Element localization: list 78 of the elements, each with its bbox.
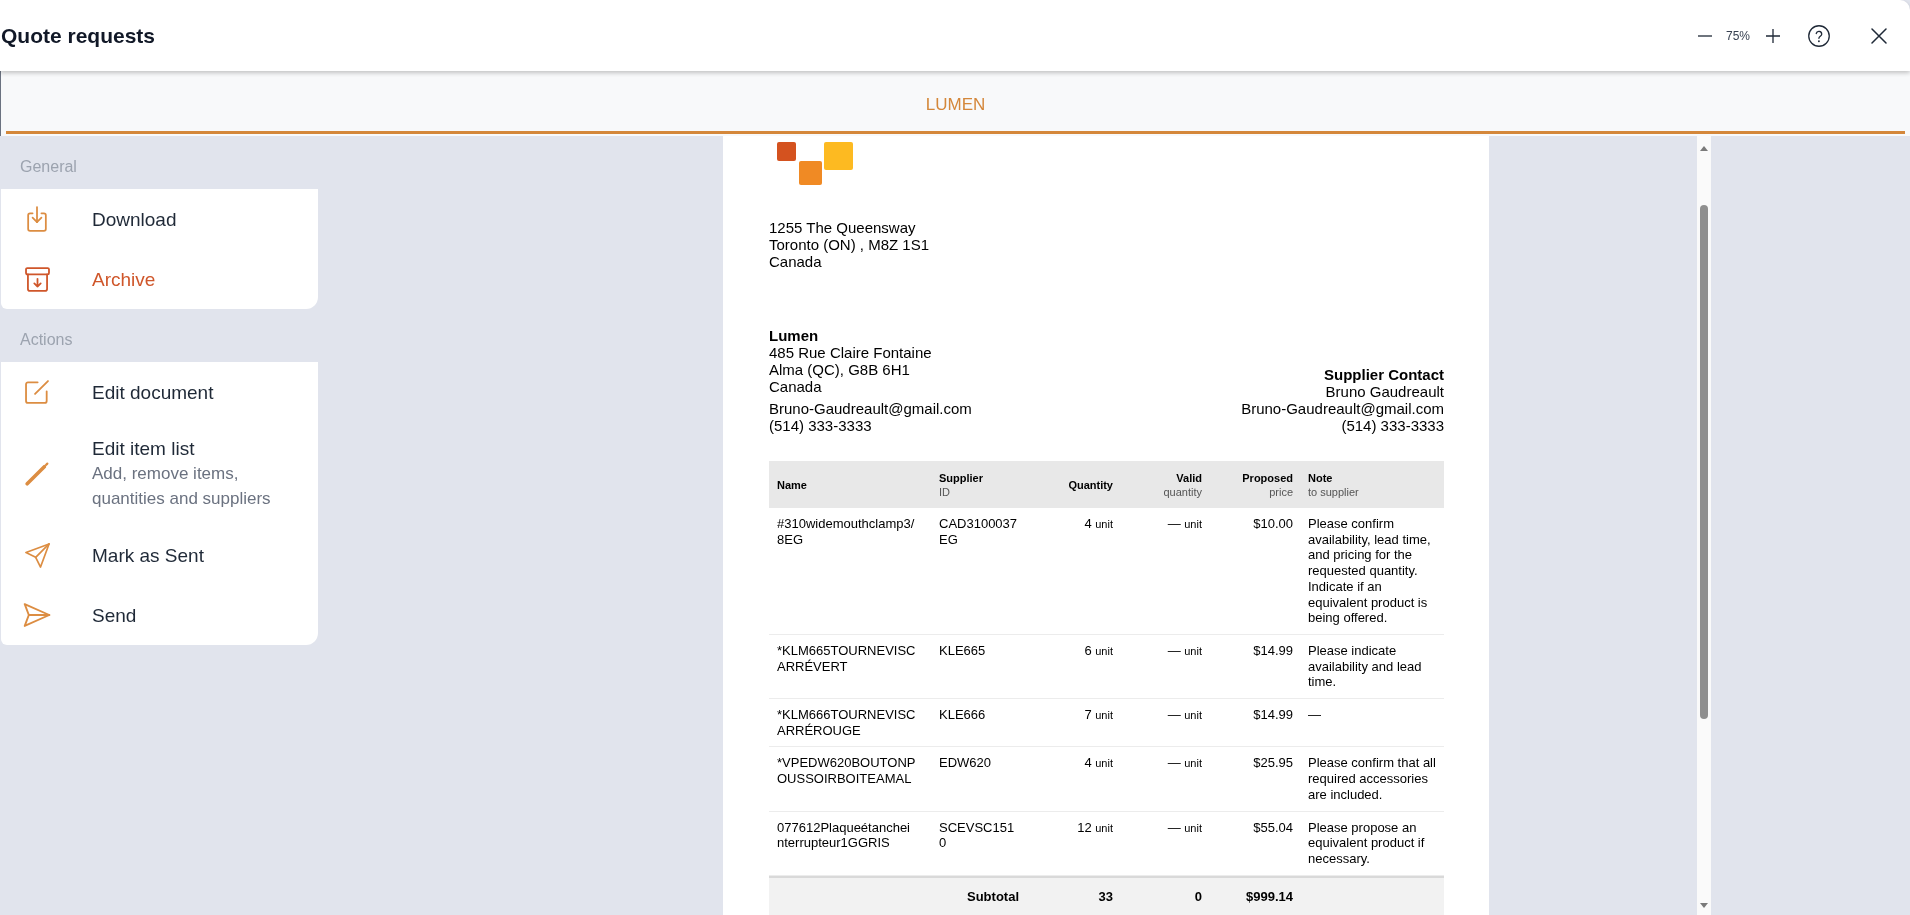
table-cell: KLE665	[931, 634, 1027, 699]
table-cell: Please confirm availability, lead time, and pricing for the requested quantity. Indicate if an equivalent product is being offered.	[1301, 508, 1444, 635]
contact-heading: Supplier Contact	[1324, 366, 1444, 383]
table-cell: — unit	[1121, 746, 1210, 812]
column-header: Supplier ID	[931, 461, 1027, 508]
table-cell-text: $999.14	[1245, 887, 1294, 906]
table-cell: — unit	[1121, 811, 1210, 876]
table-cell: $14.99	[1210, 698, 1301, 747]
send-arrow-icon	[23, 603, 51, 627]
table-cell-text: 0	[1193, 887, 1203, 906]
table-cell: — unit	[1121, 634, 1210, 699]
table-cell: —	[1301, 698, 1444, 747]
table-cell: $10.00	[1210, 508, 1301, 635]
menu-item[interactable]: Download	[1, 189, 318, 249]
menu-item[interactable]: Mark as Sent	[1, 525, 318, 585]
download-tray-icon	[27, 206, 47, 232]
table-cell: 077612Plaqueétancheinterrupteur1GGRIS	[769, 811, 931, 876]
phone-text: (514) 333-3333	[1341, 417, 1444, 434]
table-cell: SCEVSC1510	[931, 811, 1027, 876]
table-cell: 6 unit	[1027, 634, 1121, 699]
scroll-down-icon[interactable]	[1700, 903, 1708, 908]
scrollbar-thumb[interactable]	[1700, 205, 1708, 719]
supplier-name: Lumen	[769, 327, 819, 344]
archive-box-icon	[24, 266, 50, 292]
table-cell: 4 unit	[1027, 508, 1121, 635]
column-header: Valid quantity	[1121, 461, 1210, 508]
address-line: 485 Rue Claire Fontaine	[769, 344, 932, 361]
table-cell: Please propose an equivalent product if necessary.	[1301, 811, 1444, 876]
subtotal-label: Subtotal	[966, 887, 1020, 906]
table-cell: #310widemouthclamp3/8EG	[769, 508, 931, 635]
table-cell: — unit	[1121, 698, 1210, 747]
address-line: 1255 The Queensway	[769, 219, 917, 236]
menu-item[interactable]: Edit document	[1, 362, 318, 422]
pencil-icon	[25, 461, 49, 486]
email-text: Bruno-Gaudreault@gmail.com	[1241, 400, 1444, 417]
table-cell: $25.95	[1210, 746, 1301, 812]
table-cell: *VPEDW620BOUTONPOUSSOIRBOITEAMAL	[769, 746, 931, 812]
table-cell: *KLM666TOURNEVISCARRÉROUGE	[769, 698, 931, 747]
address-line: Canada	[769, 378, 822, 395]
contact-name: Bruno Gaudreault	[1325, 383, 1444, 400]
column-header: Quantity	[1027, 461, 1121, 508]
table-cell: EDW620	[931, 746, 1027, 812]
zoom-level: 75%	[1725, 27, 1750, 45]
help-icon	[1808, 24, 1830, 47]
address-line: Canada	[769, 253, 823, 270]
table-cell: 4 unit	[1027, 746, 1121, 812]
scroll-up-icon[interactable]	[1700, 146, 1708, 151]
address-line: Alma (QC), G8B 6H1	[769, 361, 910, 378]
squares-logo-icon	[777, 142, 853, 185]
table-cell: — unit	[1121, 508, 1210, 635]
paper-plane-icon	[24, 542, 50, 568]
column-header: Proposed price	[1210, 461, 1301, 508]
table-cell: Please confirm that all required accessories are included.	[1301, 746, 1444, 812]
phone-text: (514) 333-3333	[769, 417, 872, 434]
plus-icon	[1766, 28, 1780, 43]
table-cell: *KLM665TOURNEVISCARRÉVERT	[769, 634, 931, 699]
table-cell: KLE666	[931, 698, 1027, 747]
column-header: Name	[769, 461, 931, 508]
section-heading: General	[19, 156, 78, 177]
table-cell: 7 unit	[1027, 698, 1121, 747]
table-cell: $14.99	[1210, 634, 1301, 699]
table-cell: Please indicate availability and lead time.	[1301, 634, 1444, 699]
menu-item[interactable]: Send	[1, 585, 318, 645]
address-line: Toronto (ON) , M8Z 1S1	[769, 236, 931, 253]
table-cell: 12 unit	[1027, 811, 1121, 876]
table-cell: $55.04	[1210, 811, 1301, 876]
table-cell: CAD3100037EG	[931, 508, 1027, 635]
scrollbar[interactable]	[1697, 136, 1711, 915]
window-title: Quote requests	[0, 25, 156, 46]
close-icon	[1871, 27, 1887, 44]
menu-item[interactable]: Edit item list Add, remove items, quantities and suppliers	[1, 422, 318, 525]
email-text: Bruno-Gaudreault@gmail.com	[769, 400, 972, 417]
minus-icon	[1697, 34, 1712, 37]
edit-square-icon	[25, 380, 49, 404]
section-heading: Actions	[19, 329, 74, 350]
column-header: Note to supplier	[1301, 461, 1444, 508]
menu-item[interactable]: Archive	[1, 249, 318, 309]
table-cell-text: 33	[1097, 887, 1114, 906]
